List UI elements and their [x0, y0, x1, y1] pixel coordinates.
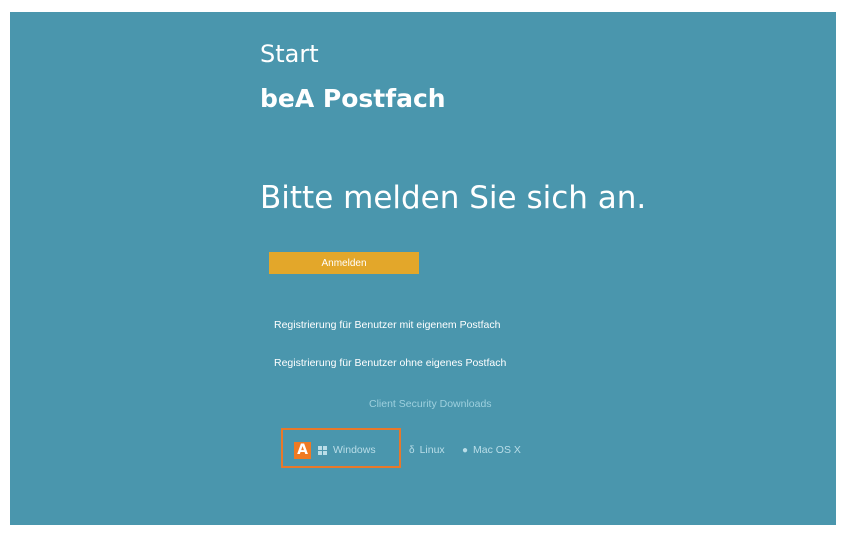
mac-label: Mac OS X	[473, 444, 521, 456]
register-with-mailbox-link[interactable]: Registrierung für Benutzer mit eigenem P…	[274, 319, 500, 331]
login-prompt: Bitte melden Sie sich an.	[260, 180, 647, 216]
downloads-heading: Client Security Downloads	[369, 398, 492, 410]
login-button[interactable]: Anmelden	[269, 252, 419, 274]
windows-label: Windows	[333, 444, 376, 456]
windows-icon	[318, 445, 327, 455]
breadcrumb-start: Start	[260, 40, 319, 68]
mac-download-link[interactable]: ● Mac OS X	[462, 444, 521, 456]
linux-download-link[interactable]: δ Linux	[409, 444, 445, 456]
a-badge-icon: A	[294, 442, 311, 459]
register-without-mailbox-link[interactable]: Registrierung für Benutzer ohne eigenes …	[274, 357, 506, 369]
app-title: beA Postfach	[260, 84, 446, 113]
linux-label: Linux	[419, 444, 445, 456]
apple-icon: ●	[462, 444, 469, 456]
linux-icon: δ	[409, 444, 415, 456]
windows-download-link[interactable]: Windows	[318, 444, 376, 456]
